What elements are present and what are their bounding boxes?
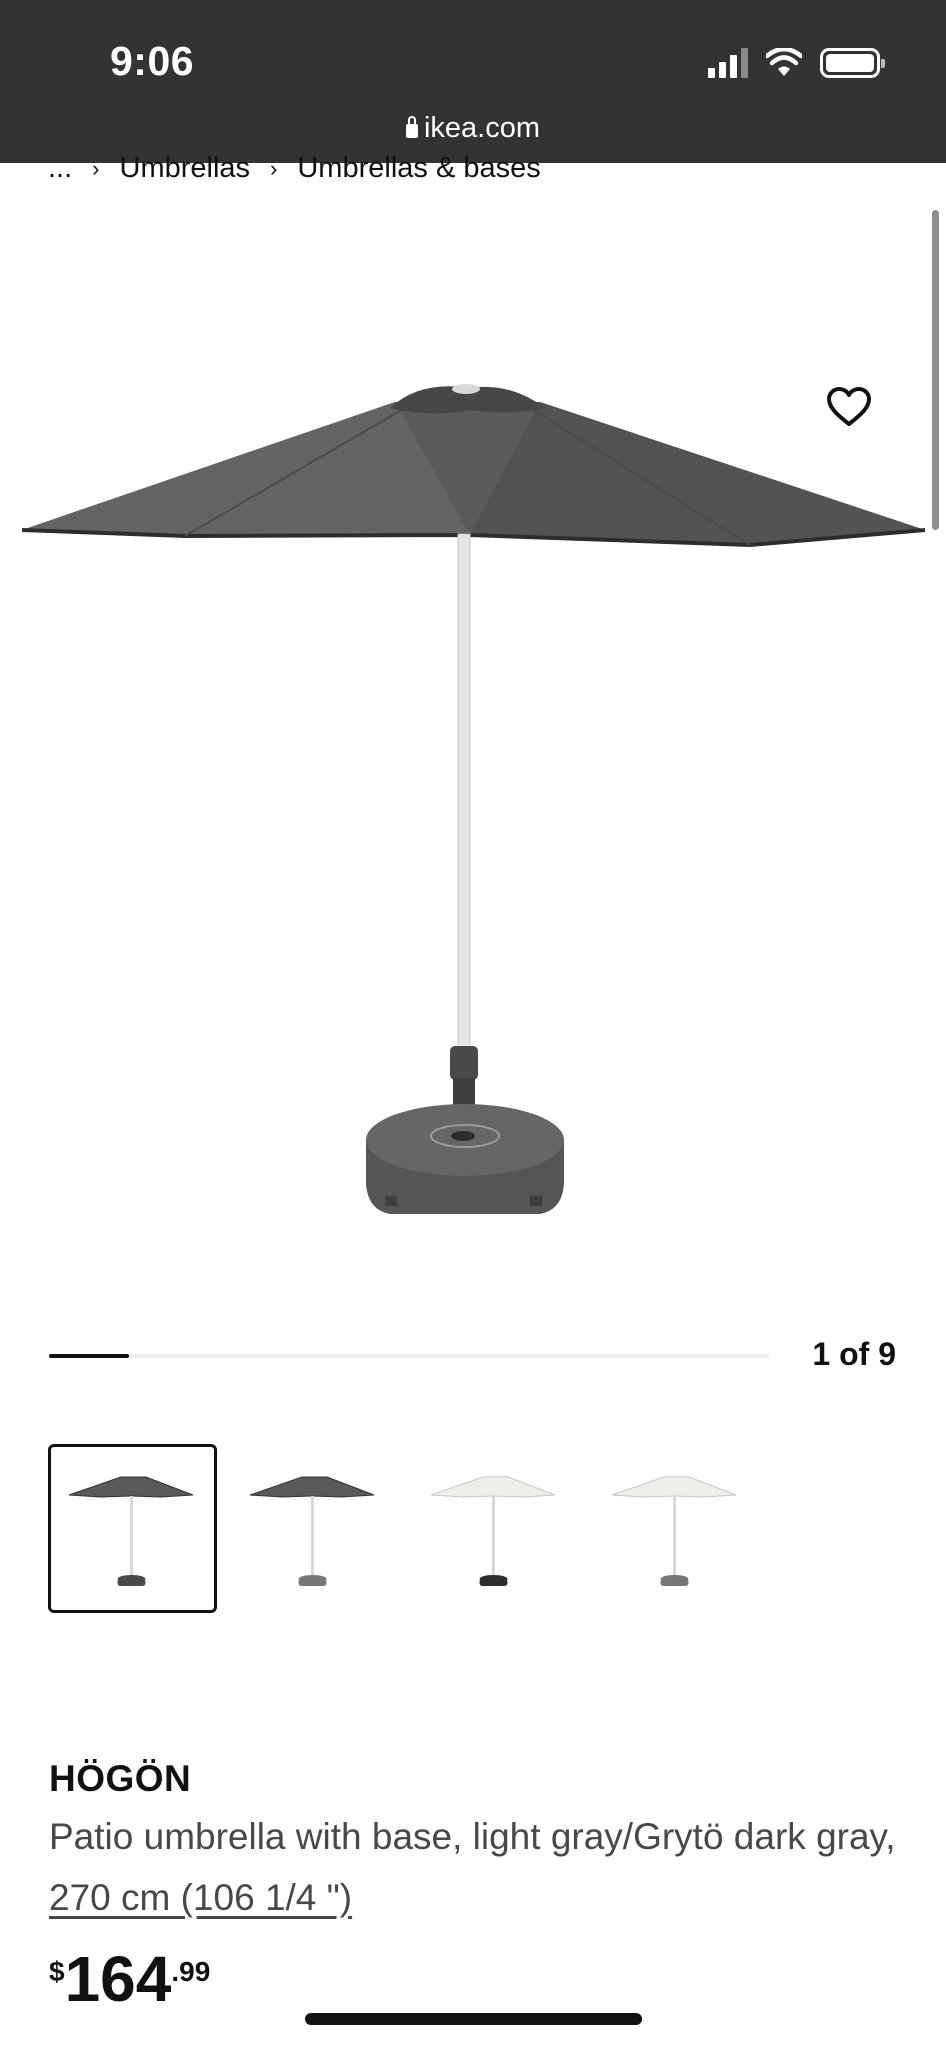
product-main-image[interactable]: [0, 200, 946, 1280]
breadcrumb-item-more[interactable]: ...: [48, 152, 72, 185]
product-price: $ 164 .99: [49, 1942, 210, 2016]
signal-icon: [708, 48, 748, 78]
url-domain: ikea.com: [423, 112, 541, 144]
heart-icon[interactable]: [826, 386, 872, 428]
breadcrumb-item-umbrellas-bases[interactable]: Umbrellas & bases: [297, 152, 540, 185]
product-size-link[interactable]: 270 cm (106 1/4 "): [49, 1877, 352, 1918]
url-bar[interactable]: ikea.com: [0, 112, 946, 145]
breadcrumb: ... › Umbrellas › Umbrellas & bases: [48, 152, 541, 185]
status-time: 9:06: [110, 38, 195, 84]
browser-top-bar: 9:06 ikea.com: [0, 0, 946, 163]
chevron-right-icon: ›: [92, 155, 100, 181]
umbrella-thumbnail-image: [430, 1476, 556, 1586]
price-integer: 164: [64, 1943, 172, 2015]
thumbnail-1[interactable]: [48, 1444, 217, 1613]
gallery-progress-fill: [49, 1354, 129, 1358]
wifi-icon: [766, 48, 802, 76]
breadcrumb-item-umbrellas[interactable]: Umbrellas: [120, 152, 251, 185]
umbrella-thumbnail-image: [249, 1476, 375, 1586]
gallery-progress: [49, 1354, 769, 1358]
battery-icon: [820, 48, 885, 78]
chevron-right-icon: ›: [270, 155, 278, 181]
umbrella-thumbnail-image: [68, 1476, 194, 1586]
price-currency: $: [49, 1956, 65, 1987]
thumbnail-4[interactable]: [591, 1444, 760, 1613]
home-indicator[interactable]: [305, 2013, 642, 2025]
umbrella-thumbnail-image: [611, 1476, 737, 1586]
lock-icon: [405, 116, 418, 138]
status-icons: [708, 46, 885, 80]
product-description: Patio umbrella with base, light gray/Gry…: [49, 1806, 899, 1928]
thumbnail-3[interactable]: [410, 1444, 579, 1613]
product-name: HÖGÖN: [49, 1758, 192, 1799]
thumbnail-2[interactable]: [229, 1444, 398, 1613]
gallery-counter: 1 of 9: [812, 1336, 896, 1372]
thumbnail-strip: [48, 1444, 760, 1613]
page-scrollbar[interactable]: [932, 210, 939, 530]
product-description-text: Patio umbrella with base, light gray/Gry…: [49, 1816, 896, 1857]
price-decimal: .99: [171, 1956, 211, 1987]
